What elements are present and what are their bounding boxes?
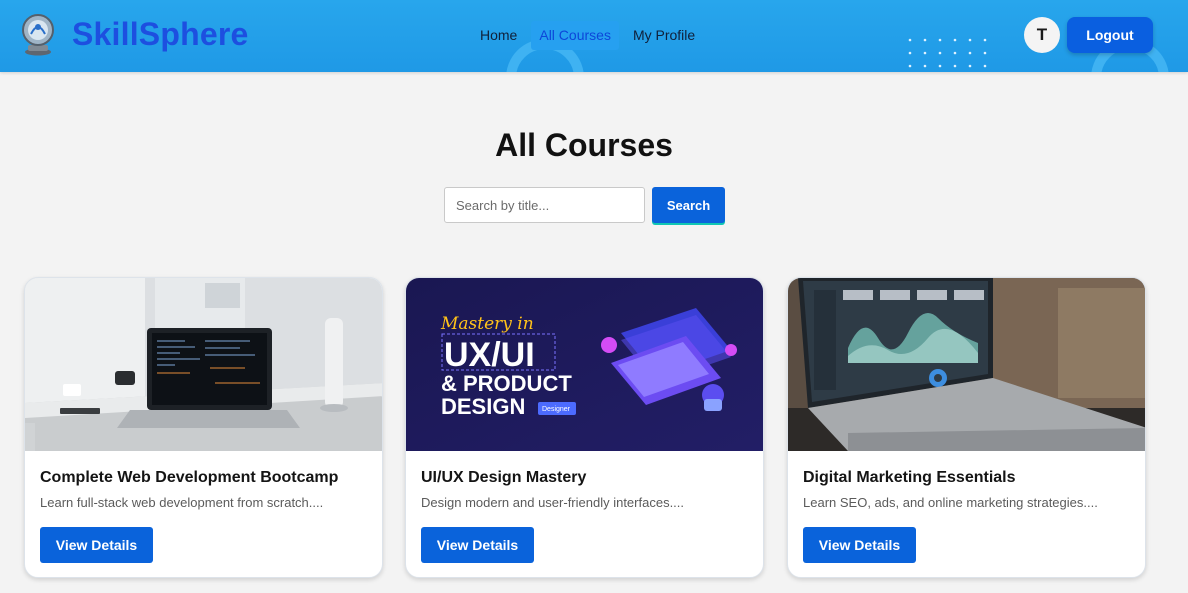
main-nav: Home All Courses My Profile: [472, 21, 709, 50]
image-text-line3: & PRODUCT: [441, 371, 572, 396]
view-details-button[interactable]: View Details: [421, 527, 534, 563]
nav-my-profile-link[interactable]: My Profile: [625, 21, 703, 50]
image-text-line4: DESIGN: [441, 394, 525, 419]
image-text-line2: UX/UI: [444, 336, 535, 374]
view-details-button[interactable]: View Details: [40, 527, 153, 563]
search-button[interactable]: Search: [652, 187, 725, 223]
course-description: Learn full-stack web development from sc…: [40, 495, 324, 510]
top-navbar: SkillSphere Home All Courses My Profile …: [0, 0, 1188, 72]
course-title: Complete Web Development Bootcamp: [40, 469, 339, 486]
course-image-marketing: [788, 278, 1145, 451]
course-title: UI/UX Design Mastery: [421, 469, 587, 486]
course-description: Design modern and user-friendly interfac…: [421, 495, 685, 510]
brand-name[interactable]: SkillSphere: [72, 16, 249, 53]
globe-trophy-icon: [22, 14, 54, 56]
course-card: Digital Marketing Essentials Learn SEO, …: [787, 277, 1146, 578]
logo[interactable]: [19, 12, 57, 56]
logout-button[interactable]: Logout: [1067, 17, 1153, 53]
course-title: Digital Marketing Essentials: [803, 469, 1016, 486]
image-text-badge: Designer: [542, 406, 571, 413]
view-details-button[interactable]: View Details: [803, 527, 916, 563]
course-image-web-dev: [25, 278, 382, 451]
search-input[interactable]: [444, 187, 645, 223]
course-description: Learn SEO, ads, and online marketing str…: [803, 495, 1098, 510]
course-card: Complete Web Development Bootcamp Learn …: [24, 277, 383, 578]
page-title: All Courses: [495, 127, 673, 163]
nav-all-courses-link[interactable]: All Courses: [531, 21, 619, 50]
course-image-uiux: Mastery in UX/UI & PRODUCT DESIGN Design…: [406, 278, 763, 451]
course-card: Mastery in UX/UI & PRODUCT DESIGN Design…: [405, 277, 764, 578]
user-avatar[interactable]: T: [1024, 17, 1060, 53]
nav-home-link[interactable]: Home: [472, 21, 525, 50]
image-text-line1: Mastery in: [440, 314, 534, 334]
